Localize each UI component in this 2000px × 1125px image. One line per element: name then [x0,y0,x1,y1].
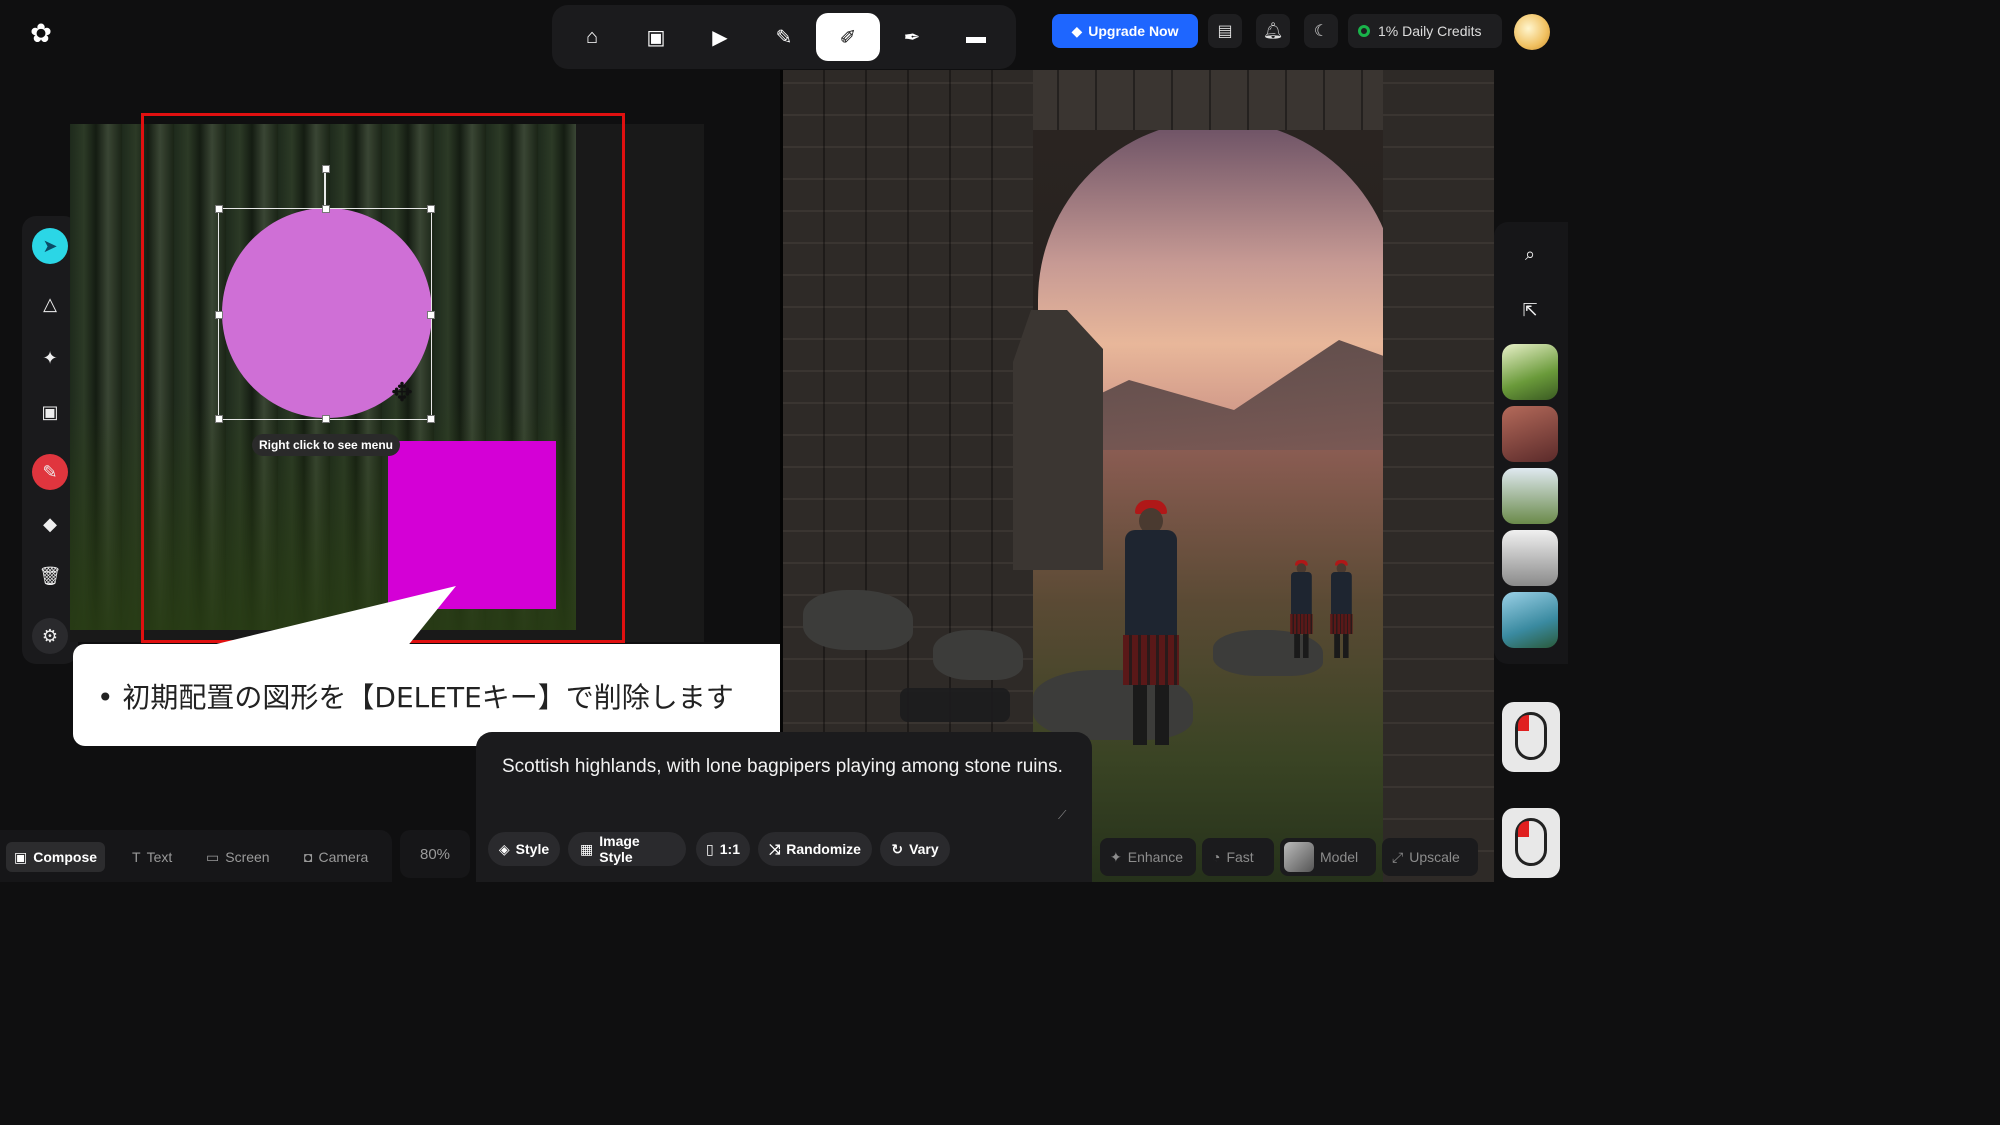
arch-top [983,70,1403,130]
style-chip[interactable]: ◈ Style [488,832,560,866]
image-style-icon: ▦ [580,840,594,857]
screen-icon: ▭ [206,848,220,865]
compose-label: Compose [33,849,98,865]
text-icon: T [132,849,141,865]
chip-label: Randomize [786,841,861,857]
right-rail: ⌕ ⇱ [1494,222,1568,664]
randomize-chip[interactable]: ⤨ Randomize [758,832,872,866]
diamond-icon: ◆ [1071,22,1083,39]
credits-ring-icon [1358,25,1370,37]
prompt-tab[interactable] [900,688,1010,722]
enhance-button[interactable]: ✦ Enhance [1100,838,1196,876]
gallery-icon[interactable]: ▤ [1208,14,1242,48]
instruction-callout: • 初期配置の図形を【DELETEキー】で削除します [73,644,895,746]
vary-icon: ↻ [891,840,904,857]
image-icon[interactable]: ▣ [32,394,68,430]
rock [803,590,913,650]
chip-label: Image Style [599,833,640,865]
bagpiper-figure [1283,560,1319,660]
pen-nib-icon[interactable]: ✒ [880,13,944,61]
export-icon[interactable]: ⇱ [1514,294,1546,326]
eraser-icon[interactable]: ◆ [32,506,68,542]
trash-icon[interactable]: 🗑︎ [32,558,68,594]
camera-icon: ◘ [304,849,313,865]
history-thumbnail[interactable] [1502,592,1558,648]
mouse-left-click-icon [1502,702,1560,772]
style-icon: ◈ [498,840,510,857]
bottom-mode-bar: ▣ Compose T Text ▭ Screen ◘ Camera [0,830,392,882]
aspect-ratio-icon: ▯ [706,840,714,857]
prompt-input[interactable]: Scottish highlands, with lone bagpipers … [502,752,1072,782]
video-icon[interactable]: ▶ [688,13,752,61]
highlight-frame [141,113,625,643]
randomize-icon: ⤨ [769,840,781,857]
rock [933,630,1023,680]
stone-ruin [1013,310,1103,570]
callout-text: • 初期配置の図形を【DELETEキー】で削除します [97,676,734,716]
app-logo[interactable]: ✿ [24,16,58,50]
text-button[interactable]: T Text [124,842,180,872]
mode-toolbar: ⌂ ▣ ▶ ✎ ✐ ✒ ▬ [552,5,1016,69]
speed-icon: ◔ [1212,849,1221,865]
bagpiper-figure [1105,500,1195,750]
vary-chip[interactable]: ↻ Vary [880,832,950,866]
chip-label: Vary [909,841,939,857]
compose-icon: ▣ [14,848,28,865]
fast-label: Fast [1226,849,1254,865]
callout-message: 初期配置の図形を【DELETEキー】で削除します [122,681,734,714]
upgrade-button[interactable]: ◆ Upgrade Now [1052,14,1198,48]
credits-label: 1% Daily Credits [1378,23,1482,39]
model-thumbnail [1284,842,1314,872]
credits-indicator[interactable]: 1% Daily Credits [1348,14,1502,48]
history-thumbnail[interactable] [1502,530,1558,586]
chip-label: 1:1 [719,841,740,857]
image-style-chip[interactable]: ▦ Image Style [568,832,686,866]
history-thumbnail[interactable] [1502,344,1558,400]
folder-icon[interactable]: ▬ [944,13,1008,61]
shapes-icon[interactable]: △ [32,286,68,322]
upscale-button[interactable]: ⤢ Upscale [1382,838,1478,876]
select-cursor-icon[interactable]: ➤ [32,228,68,264]
home-icon[interactable]: ⌂ [560,13,624,61]
brush-icon[interactable]: ✐ [816,13,880,61]
fast-button[interactable]: ◔ Fast [1202,838,1274,876]
text-label: Text [146,849,173,865]
image-icon[interactable]: ▣ [624,13,688,61]
prompt-panel[interactable]: Scottish highlands, with lone bagpipers … [476,732,1092,882]
callout-bullet: • [97,681,114,714]
search-icon[interactable]: ⌕ [1514,238,1546,270]
avatar[interactable] [1514,14,1550,50]
compose-button[interactable]: ▣ Compose [6,842,106,872]
bagpiper-figure [1323,560,1359,660]
model-button[interactable]: Model [1280,838,1376,876]
screen-label: Screen [225,849,270,865]
sparkle-icon[interactable]: ✦ [32,340,68,376]
upscale-label: Upscale [1409,849,1460,865]
mouse-left-click-icon [1502,808,1560,878]
bell-icon[interactable]: 🔔︎ [1256,14,1290,48]
enhance-label: Enhance [1127,849,1184,865]
shape-settings-icon[interactable]: ⚙ [32,618,68,654]
upscale-icon: ⤢ [1392,848,1404,865]
camera-button[interactable]: ◘ Camera [296,842,376,872]
moon-icon[interactable]: ☾ [1304,14,1338,48]
stone-wall-right [1383,70,1494,882]
aspect-ratio-chip[interactable]: ▯ 1:1 [696,832,750,866]
camera-label: Camera [318,849,369,865]
history-thumbnail[interactable] [1502,468,1558,524]
upgrade-label: Upgrade Now [1088,23,1179,39]
paint-brush-icon[interactable]: ✎ [32,454,68,490]
model-label: Model [1320,849,1359,865]
resize-grip-icon[interactable]: ⟋ [1058,808,1066,823]
zoom-level[interactable]: 80% [400,830,470,878]
screen-button[interactable]: ▭ Screen [198,842,278,872]
sparkle-icon: ✦ [1110,848,1122,865]
magic-wand-icon[interactable]: ✎ [752,13,816,61]
chip-label: Style [515,841,550,857]
history-thumbnail[interactable] [1502,406,1558,462]
